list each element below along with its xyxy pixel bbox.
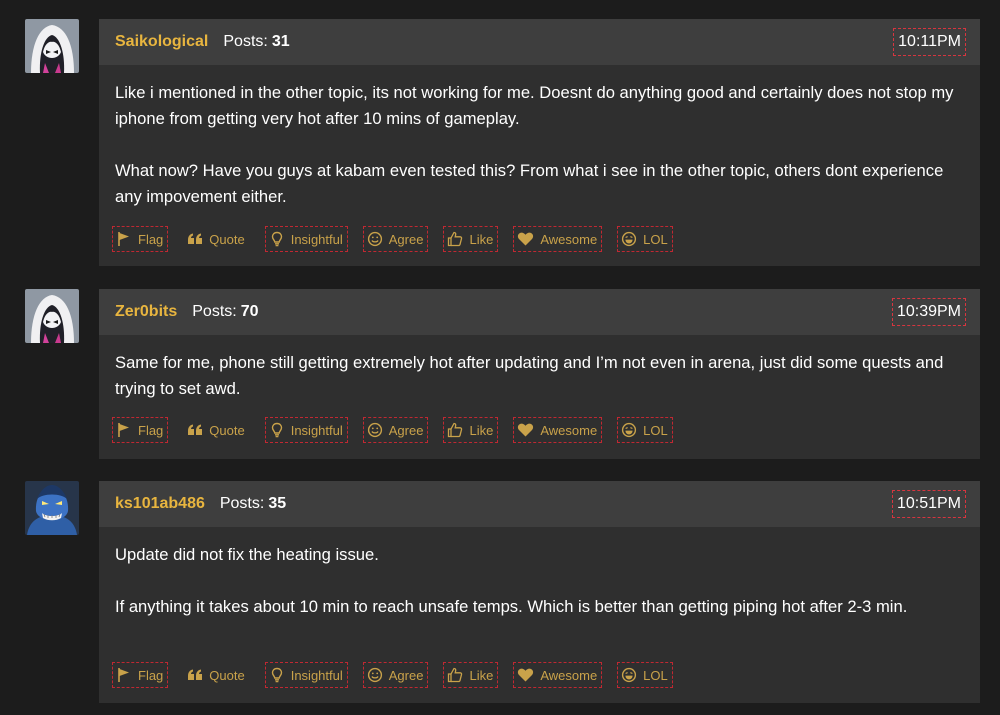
flag-reaction-button[interactable]: Flag bbox=[112, 662, 169, 688]
reaction-label: Like bbox=[469, 231, 494, 247]
lightbulb-icon bbox=[269, 231, 291, 247]
user-avatar[interactable] bbox=[25, 19, 79, 73]
reaction-label: Quote bbox=[209, 667, 245, 683]
post-card: Saikological Posts: 31 10:11PM Like i me… bbox=[99, 19, 980, 266]
post-header: ks101ab486 Posts: 35 10:51PM bbox=[99, 481, 980, 527]
post-header: Saikological Posts: 31 10:11PM bbox=[99, 19, 980, 65]
post-card: Zer0bits Posts: 70 10:39PM Same for me, … bbox=[99, 289, 980, 459]
flag-icon bbox=[116, 231, 138, 247]
smile-icon bbox=[367, 231, 389, 247]
quote-reaction-button[interactable]: Quote bbox=[183, 662, 249, 688]
insightful-reaction-button[interactable]: Insightful bbox=[264, 226, 348, 252]
post-body: Like i mentioned in the other topic, its… bbox=[99, 65, 980, 210]
lightbulb-icon bbox=[269, 667, 291, 683]
username[interactable]: Zer0bits bbox=[115, 303, 177, 321]
agree-reaction-button[interactable]: Agree bbox=[362, 226, 429, 252]
thumbs-up-icon bbox=[447, 231, 469, 247]
quote-reaction-button[interactable]: Quote bbox=[183, 417, 249, 443]
thumbs-up-icon bbox=[447, 422, 469, 438]
reaction-label: Awesome bbox=[540, 231, 598, 247]
reaction-bar: Flag Quote Insightful Agree Like Awesome LOL bbox=[112, 417, 688, 443]
flag-reaction-button[interactable]: Flag bbox=[112, 226, 169, 252]
reaction-label: Awesome bbox=[540, 667, 598, 683]
post-count-label: Posts: bbox=[219, 495, 265, 512]
post-paragraph: Same for me, phone still getting extreme… bbox=[115, 353, 944, 398]
reaction-label: Like bbox=[469, 422, 494, 438]
insightful-reaction-button[interactable]: Insightful bbox=[264, 417, 348, 443]
post-body: Update did not fix the heating issue. If… bbox=[99, 527, 980, 620]
reaction-label: Quote bbox=[209, 422, 245, 438]
flag-reaction-button[interactable]: Flag bbox=[112, 417, 169, 443]
insightful-reaction-button[interactable]: Insightful bbox=[264, 662, 348, 688]
like-reaction-button[interactable]: Like bbox=[443, 226, 499, 252]
user-avatar[interactable] bbox=[25, 289, 79, 343]
reaction-label: Like bbox=[469, 667, 494, 683]
heart-icon bbox=[517, 231, 540, 247]
smile-icon bbox=[367, 422, 389, 438]
awesome-reaction-button[interactable]: Awesome bbox=[513, 226, 603, 252]
reaction-label: LOL bbox=[643, 667, 668, 683]
lol-reaction-button[interactable]: LOL bbox=[617, 417, 673, 443]
lol-reaction-button[interactable]: LOL bbox=[617, 662, 673, 688]
quote-icon bbox=[187, 231, 209, 247]
post-count: 70 bbox=[240, 303, 259, 320]
post-timestamp[interactable]: 10:39PM bbox=[891, 298, 966, 326]
reaction-label: Insightful bbox=[290, 667, 343, 683]
post-paragraph: Update did not fix the heating issue. bbox=[115, 545, 379, 564]
post-card: ks101ab486 Posts: 35 10:51PM Update did … bbox=[99, 481, 980, 703]
lightbulb-icon bbox=[269, 422, 291, 438]
reaction-label: Insightful bbox=[290, 422, 343, 438]
reaction-label: Agree bbox=[388, 667, 424, 683]
like-reaction-button[interactable]: Like bbox=[443, 662, 499, 688]
heart-icon bbox=[517, 667, 540, 683]
post-count: 35 bbox=[268, 495, 287, 512]
reaction-label: Awesome bbox=[540, 422, 598, 438]
reaction-label: LOL bbox=[643, 231, 668, 247]
reaction-bar: Flag Quote Insightful Agree Like Awesome LOL bbox=[112, 226, 688, 252]
quote-icon bbox=[187, 667, 209, 683]
reaction-bar: Flag Quote Insightful Agree Like Awesome LOL bbox=[112, 662, 688, 688]
flag-icon bbox=[116, 422, 138, 438]
flag-icon bbox=[116, 667, 138, 683]
heart-icon bbox=[517, 422, 540, 438]
quote-reaction-button[interactable]: Quote bbox=[183, 226, 249, 252]
user-avatar[interactable] bbox=[25, 481, 79, 535]
reaction-label: Insightful bbox=[290, 231, 343, 247]
post-timestamp[interactable]: 10:11PM bbox=[893, 28, 966, 56]
username[interactable]: ks101ab486 bbox=[115, 495, 205, 513]
post-body: Same for me, phone still getting extreme… bbox=[99, 335, 980, 402]
agree-reaction-button[interactable]: Agree bbox=[362, 662, 429, 688]
post-timestamp[interactable]: 10:51PM bbox=[891, 490, 966, 518]
reaction-label: Flag bbox=[138, 422, 164, 438]
awesome-reaction-button[interactable]: Awesome bbox=[513, 417, 603, 443]
reaction-label: LOL bbox=[643, 422, 668, 438]
quote-icon bbox=[187, 422, 209, 438]
thumbs-up-icon bbox=[447, 667, 469, 683]
laugh-icon bbox=[621, 667, 643, 683]
reaction-label: Quote bbox=[209, 231, 245, 247]
reaction-label: Agree bbox=[388, 231, 424, 247]
awesome-reaction-button[interactable]: Awesome bbox=[513, 662, 603, 688]
like-reaction-button[interactable]: Like bbox=[443, 417, 499, 443]
post-paragraph: If anything it takes about 10 min to rea… bbox=[115, 597, 908, 616]
post-header: Zer0bits Posts: 70 10:39PM bbox=[99, 289, 980, 335]
laugh-icon bbox=[621, 231, 643, 247]
reaction-label: Flag bbox=[138, 231, 164, 247]
post-count: 31 bbox=[271, 33, 290, 50]
agree-reaction-button[interactable]: Agree bbox=[362, 417, 429, 443]
laugh-icon bbox=[621, 422, 643, 438]
reaction-label: Flag bbox=[138, 667, 164, 683]
reaction-label: Agree bbox=[388, 422, 424, 438]
post-count-label: Posts: bbox=[192, 303, 237, 320]
username[interactable]: Saikological bbox=[115, 33, 208, 51]
lol-reaction-button[interactable]: LOL bbox=[617, 226, 673, 252]
post-paragraph: Like i mentioned in the other topic, its… bbox=[115, 83, 954, 128]
post-count-label: Posts: bbox=[223, 33, 268, 50]
smile-icon bbox=[367, 667, 389, 683]
post-paragraph: What now? Have you guys at kabam even te… bbox=[115, 161, 944, 206]
